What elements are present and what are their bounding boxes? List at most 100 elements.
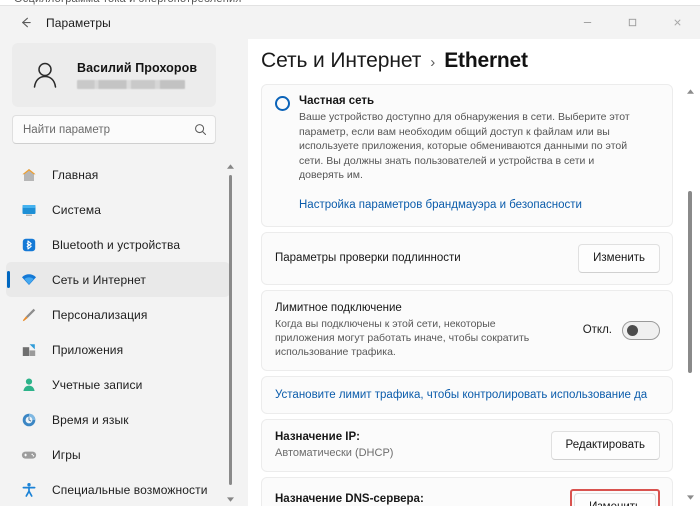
toggle-knob (627, 325, 638, 336)
sidebar-item-label: Система (52, 202, 102, 217)
sidebar: Василий Прохоров Найти параметр Главная … (0, 39, 248, 506)
sidebar-item-label: Игры (52, 447, 81, 462)
account-email-blurred (77, 80, 185, 89)
sidebar-item-label: Время и язык (52, 412, 129, 427)
chevron-right-icon: › (430, 54, 436, 71)
sidebar-item-label: Bluetooth и устройства (52, 237, 181, 252)
auth-settings-card: Параметры проверки подлинности Изменить (261, 231, 673, 285)
title-bar: Параметры (0, 6, 700, 39)
sidebar-item-label: Приложения (52, 342, 124, 357)
brush-icon (20, 306, 38, 324)
metered-row-text: Лимитное подключение Когда вы подключены… (275, 302, 573, 359)
account-card[interactable]: Василий Прохоров (12, 43, 216, 107)
search-box[interactable] (12, 115, 216, 144)
scroll-up-icon[interactable] (684, 85, 696, 97)
metered-toggle[interactable] (622, 320, 660, 340)
sidebar-scroll-thumb[interactable] (229, 175, 232, 485)
scroll-down-icon[interactable] (225, 494, 236, 505)
window-controls (565, 6, 700, 39)
dns-row-title: Назначение DNS-сервера: (275, 493, 424, 505)
auth-row-actions: Изменить (578, 243, 660, 273)
dns-row-actions: Изменить (570, 488, 660, 506)
network-type-title: Частная сеть (299, 95, 375, 107)
accessibility-icon (20, 481, 38, 499)
sidebar-item-accounts[interactable]: Учетные записи (6, 367, 230, 402)
dns-assignment-row: Назначение DNS-сервера: Автоматически (D… (262, 478, 672, 506)
ip-assignment-card: Назначение IP: Автоматически (DHCP) Реда… (261, 418, 673, 472)
metered-row-actions: Откл. (582, 320, 660, 340)
sidebar-item-label: Персонализация (52, 307, 148, 322)
ip-row-text: Назначение IP: Автоматически (DHCP) (275, 431, 541, 459)
content-scrollbar[interactable] (684, 85, 696, 503)
sidebar-item-apps[interactable]: Приложения (6, 332, 230, 367)
sidebar-item-system[interactable]: Система (6, 192, 230, 227)
scroll-down-icon[interactable] (684, 491, 696, 503)
network-type-description: Ваше устройство доступно для обнаружения… (299, 111, 630, 181)
sidebar-item-label: Главная (52, 167, 99, 182)
network-icon (20, 271, 38, 289)
sidebar-item-accessibility[interactable]: Специальные возможности (6, 472, 230, 506)
sidebar-item-label: Специальные возможности (52, 482, 208, 497)
sidebar-item-label: Сеть и Интернет (52, 272, 146, 287)
radio-private-network[interactable] (275, 96, 290, 111)
main-content: Сеть и Интернет › Ethernet Частная сеть … (248, 39, 700, 506)
window-title: Параметры (46, 15, 111, 30)
network-type-card: Частная сеть Ваше устройство доступно дл… (261, 84, 673, 227)
ip-row-title: Назначение IP: (275, 431, 360, 443)
sidebar-item-network[interactable]: Сеть и Интернет (6, 262, 230, 297)
sidebar-scrollbar[interactable] (225, 161, 236, 505)
close-button[interactable] (655, 6, 700, 39)
settings-window-screenshot: Осциллограмма тока и энергопотребления П… (0, 0, 700, 506)
sidebar-item-time-language[interactable]: Время и язык (6, 402, 230, 437)
sidebar-item-personalization[interactable]: Персонализация (6, 297, 230, 332)
metered-connection-card: Лимитное подключение Когда вы подключены… (261, 289, 673, 371)
maximize-button[interactable] (610, 6, 655, 39)
sidebar-item-gaming[interactable]: Игры (6, 437, 230, 472)
network-type-option[interactable]: Частная сеть Ваше устройство доступно дл… (262, 85, 672, 195)
ip-assignment-row: Назначение IP: Автоматически (DHCP) Реда… (262, 420, 672, 471)
content-scroll-thumb[interactable] (688, 191, 692, 373)
data-limit-link[interactable]: Установите лимит трафика, чтобы контроли… (275, 389, 659, 401)
account-text: Василий Прохоров (77, 61, 197, 89)
metered-row-description: Когда вы подключены к этой сети, некотор… (275, 317, 530, 358)
sidebar-item-bluetooth[interactable]: Bluetooth и устройства (6, 227, 230, 262)
dns-row-text: Назначение DNS-сервера: Автоматически (D… (275, 493, 560, 506)
metered-connection-row: Лимитное подключение Когда вы подключены… (262, 291, 672, 370)
gamepad-icon (20, 446, 38, 464)
apps-icon (20, 341, 38, 359)
metered-toggle-label: Откл. (582, 324, 612, 336)
dns-change-highlight: Изменить (570, 488, 660, 506)
auth-settings-row: Параметры проверки подлинности Изменить (262, 233, 672, 284)
ip-row-value: Автоматически (DHCP) (275, 447, 394, 459)
search-icon (194, 123, 207, 136)
dns-change-button[interactable]: Изменить (574, 492, 656, 506)
home-icon (20, 166, 38, 184)
avatar (24, 54, 66, 96)
ip-row-actions: Редактировать (550, 430, 660, 460)
sidebar-nav: Главная Система Bluetooth и устройства С… (0, 157, 248, 506)
settings-window: Параметры Василий Прохоров Найти парамет… (0, 5, 700, 506)
account-name: Василий Прохоров (77, 61, 198, 75)
minimize-button[interactable] (565, 6, 610, 39)
page-title: Ethernet (444, 49, 528, 72)
dns-assignment-card: Назначение DNS-сервера: Автоматически (D… (261, 476, 673, 506)
breadcrumb: Сеть и Интернет › Ethernet (261, 49, 528, 73)
sidebar-item-home[interactable]: Главная (6, 157, 230, 192)
metered-row-title: Лимитное подключение (275, 301, 402, 314)
system-icon (20, 201, 38, 219)
breadcrumb-parent[interactable]: Сеть и Интернет (261, 49, 421, 73)
clock-icon (20, 411, 38, 429)
settings-cards: Частная сеть Ваше устройство доступно дл… (261, 84, 673, 506)
firewall-settings-link[interactable]: Настройка параметров брандмауэра и безоп… (299, 199, 582, 211)
back-button[interactable] (10, 10, 40, 36)
auth-change-button[interactable]: Изменить (578, 243, 660, 273)
data-limit-card: Установите лимит трафика, чтобы контроли… (261, 375, 673, 414)
ip-edit-button[interactable]: Редактировать (550, 430, 660, 460)
accounts-icon (20, 376, 38, 394)
auth-row-title: Параметры проверки подлинности (275, 252, 461, 264)
scroll-up-icon[interactable] (225, 161, 236, 172)
bluetooth-icon (20, 236, 38, 254)
search-input[interactable] (23, 123, 194, 136)
network-type-text: Частная сеть Ваше устройство доступно дл… (299, 95, 639, 183)
sidebar-item-label: Учетные записи (52, 377, 143, 392)
